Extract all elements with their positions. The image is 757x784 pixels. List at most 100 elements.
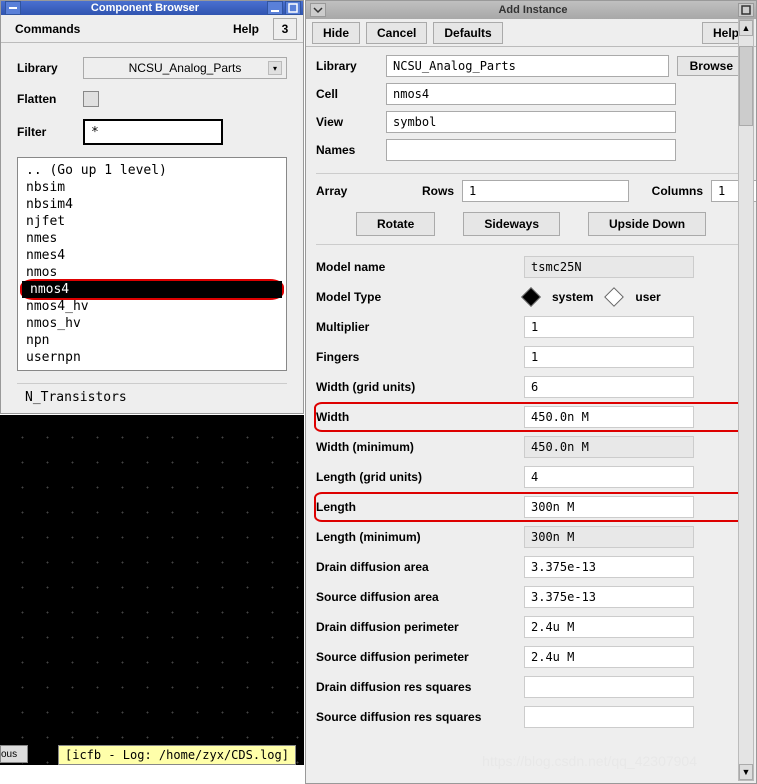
- param-value-input[interactable]: 3.375e-13: [524, 556, 694, 578]
- defaults-button[interactable]: Defaults: [433, 22, 502, 44]
- hide-button[interactable]: Hide: [312, 22, 360, 44]
- ai-view-label: View: [316, 115, 378, 129]
- param-value-input[interactable]: 2.4u M: [524, 616, 694, 638]
- list-item[interactable]: njfet: [18, 213, 286, 230]
- rows-input[interactable]: [462, 180, 629, 202]
- flatten-label: Flatten: [17, 92, 73, 106]
- param-row: Source diffusion res squares: [316, 705, 746, 729]
- scroll-down-icon[interactable]: ▼: [739, 764, 753, 780]
- list-item[interactable]: nmos4_hv: [18, 298, 286, 315]
- param-value-input: tsmc25N: [524, 256, 694, 278]
- list-item[interactable]: nmes4: [18, 247, 286, 264]
- ai-title: Add Instance: [330, 4, 736, 16]
- radio-label: user: [635, 290, 660, 304]
- cb-menubar: Commands Help 3: [1, 15, 303, 43]
- param-value-input: 300n M: [524, 526, 694, 548]
- param-label: Length (grid units): [316, 470, 524, 484]
- param-row: Source diffusion perimeter2.4u M: [316, 645, 746, 669]
- dot-grid: [0, 415, 304, 765]
- param-value-input[interactable]: 450.0n M: [524, 406, 694, 428]
- param-label: Source diffusion perimeter: [316, 650, 524, 664]
- scroll-thumb[interactable]: [739, 46, 753, 126]
- param-label: Model name: [316, 260, 524, 274]
- ai-names-input[interactable]: [386, 139, 676, 161]
- param-label: Multiplier: [316, 320, 524, 334]
- component-browser-window: Component Browser Commands Help 3 Librar…: [0, 0, 304, 414]
- log-window-title[interactable]: [icfb - Log: /home/zyx/CDS.log]: [58, 745, 296, 765]
- tab-count[interactable]: 3: [273, 18, 297, 40]
- component-listbox[interactable]: .. (Go up 1 level)nbsimnbsim4njfetnmesnm…: [17, 157, 287, 371]
- param-label: Width (minimum): [316, 440, 524, 454]
- cb-body: Library NCSU_Analog_Parts ▾ Flatten Filt…: [1, 43, 303, 425]
- ai-library-input[interactable]: [386, 55, 669, 77]
- radio-system[interactable]: [521, 287, 541, 307]
- category-footer: N_Transistors: [17, 383, 287, 411]
- library-value: NCSU_Analog_Parts: [129, 61, 242, 75]
- list-item[interactable]: usernpn: [18, 349, 286, 366]
- param-value-input[interactable]: [524, 706, 694, 728]
- cb-title: Component Browser: [25, 2, 265, 14]
- param-row: Drain diffusion perimeter2.4u M: [316, 615, 746, 639]
- array-label: Array: [316, 184, 406, 198]
- upside-down-button[interactable]: Upside Down: [588, 212, 706, 236]
- ai-names-label: Names: [316, 143, 378, 157]
- ai-view-input[interactable]: [386, 111, 676, 133]
- param-value-input[interactable]: 300n M: [524, 496, 694, 518]
- window-edge: ous: [0, 745, 28, 763]
- maximize-icon[interactable]: [285, 1, 301, 15]
- param-label: Width: [316, 410, 524, 424]
- flatten-checkbox[interactable]: [83, 91, 99, 107]
- param-label: Length: [316, 500, 524, 514]
- param-label: Drain diffusion perimeter: [316, 620, 524, 634]
- param-row: Model nametsmc25N: [316, 255, 746, 279]
- param-value-input[interactable]: 1: [524, 346, 694, 368]
- param-value-input[interactable]: 2.4u M: [524, 646, 694, 668]
- param-value-input[interactable]: [524, 676, 694, 698]
- help-menu[interactable]: Help: [225, 19, 267, 39]
- minimize-icon[interactable]: [267, 1, 283, 15]
- param-row: Model Typesystemuser: [316, 285, 746, 309]
- sideways-button[interactable]: Sideways: [463, 212, 560, 236]
- param-value-input[interactable]: 1: [524, 316, 694, 338]
- param-label: Source diffusion area: [316, 590, 524, 604]
- param-row: Length (minimum)300n M: [316, 525, 746, 549]
- model-type-radio-group: systemuser: [524, 290, 661, 304]
- library-label: Library: [17, 61, 73, 75]
- scroll-up-icon[interactable]: ▲: [739, 20, 753, 36]
- param-value-input[interactable]: 4: [524, 466, 694, 488]
- commands-menu[interactable]: Commands: [7, 19, 88, 39]
- radio-user[interactable]: [604, 287, 624, 307]
- maximize-icon[interactable]: [738, 3, 754, 17]
- window-menu-icon[interactable]: [5, 1, 21, 15]
- ai-cell-input[interactable]: [386, 83, 676, 105]
- filter-input[interactable]: [83, 119, 223, 145]
- param-row: Width450.0n M: [316, 405, 746, 429]
- filter-label: Filter: [17, 125, 73, 139]
- window-menu-icon[interactable]: [310, 3, 326, 17]
- list-item[interactable]: .. (Go up 1 level): [18, 162, 286, 179]
- param-row: Length300n M: [316, 495, 746, 519]
- vertical-scrollbar[interactable]: ▲ ▼: [738, 19, 754, 781]
- cancel-button[interactable]: Cancel: [366, 22, 427, 44]
- param-table: Model nametsmc25N Model Typesystemuser Mul…: [316, 247, 746, 729]
- param-value-input[interactable]: 3.375e-13: [524, 586, 694, 608]
- rotate-button[interactable]: Rotate: [356, 212, 435, 236]
- list-item[interactable]: nmes: [18, 230, 286, 247]
- list-item[interactable]: nmos_hv: [18, 315, 286, 332]
- param-label: Drain diffusion area: [316, 560, 524, 574]
- library-dropdown[interactable]: NCSU_Analog_Parts ▾: [83, 57, 287, 79]
- list-item[interactable]: nmos4: [22, 281, 282, 298]
- param-label: Fingers: [316, 350, 524, 364]
- schematic-canvas[interactable]: ous [icfb - Log: /home/zyx/CDS.log]: [0, 415, 304, 765]
- ai-cell-label: Cell: [316, 87, 378, 101]
- list-item[interactable]: nbsim: [18, 179, 286, 196]
- chevron-down-icon[interactable]: ▾: [268, 61, 282, 75]
- list-item[interactable]: nbsim4: [18, 196, 286, 213]
- browse-button[interactable]: Browse: [677, 56, 746, 76]
- param-row: Fingers1: [316, 345, 746, 369]
- ai-titlebar[interactable]: Add Instance: [306, 1, 756, 19]
- param-value-input: 450.0n M: [524, 436, 694, 458]
- param-value-input[interactable]: 6: [524, 376, 694, 398]
- list-item[interactable]: npn: [18, 332, 286, 349]
- cb-titlebar[interactable]: Component Browser: [1, 1, 303, 15]
